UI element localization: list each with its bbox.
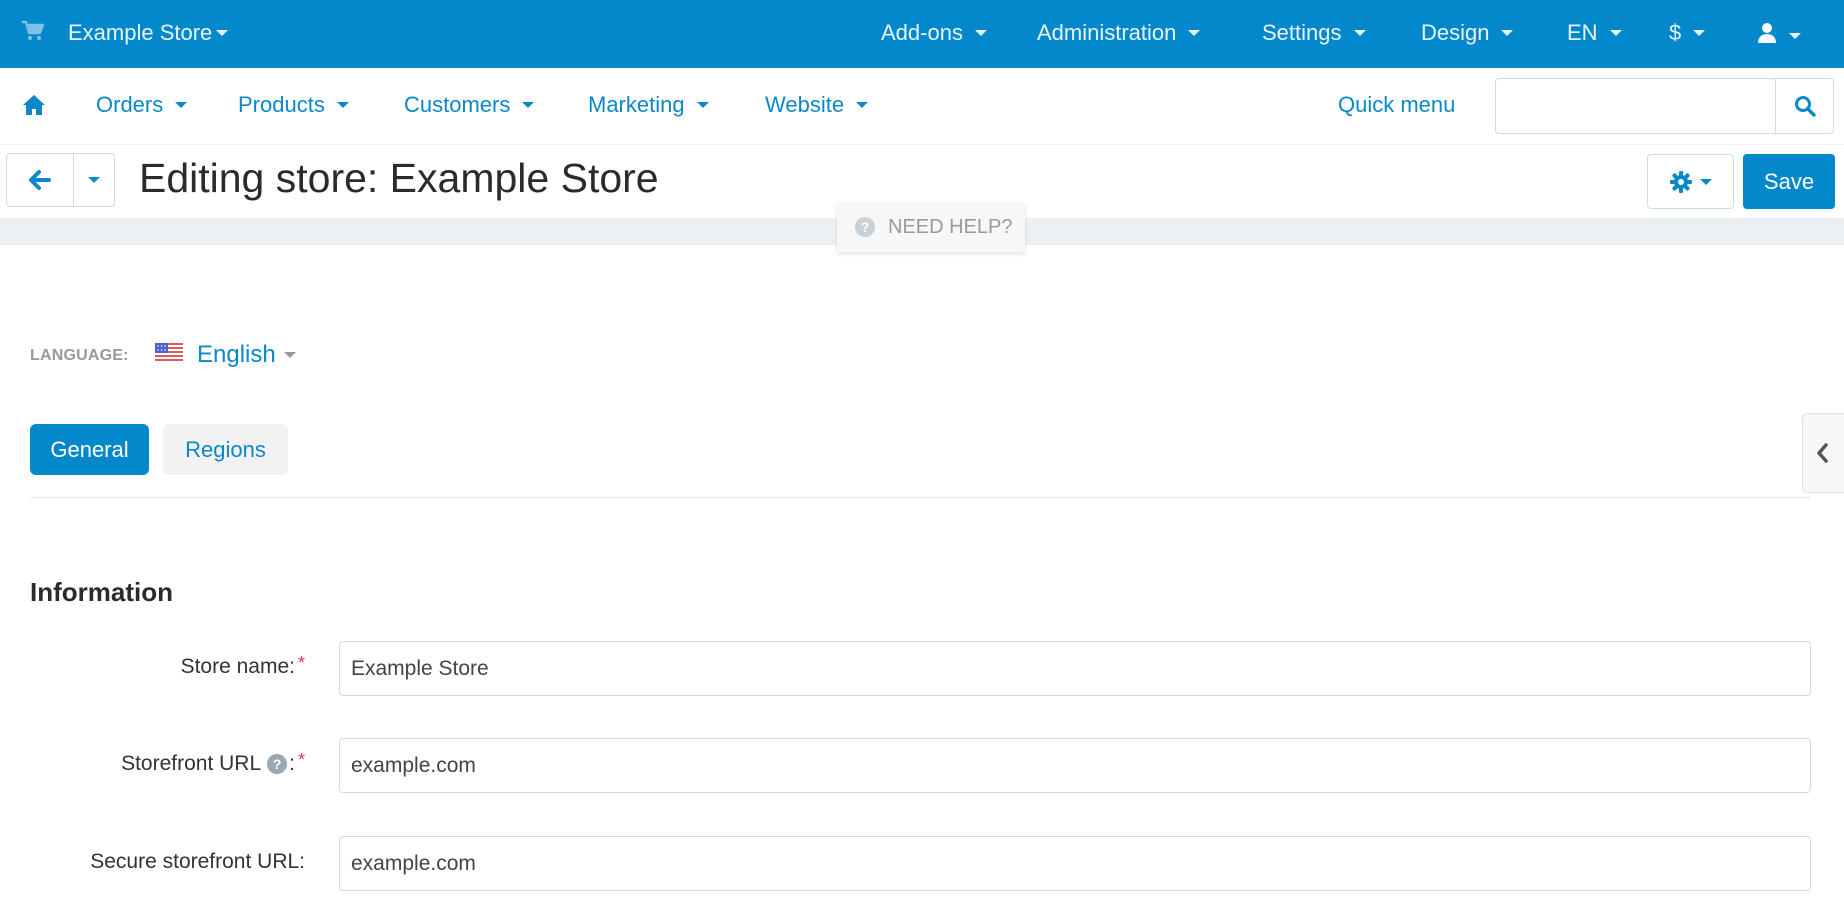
chevron-down-icon (696, 102, 709, 108)
field-label-text: Store name: (180, 655, 295, 678)
us-flag-icon (155, 343, 183, 361)
search-icon (1794, 96, 1816, 117)
back-button-group (6, 153, 115, 207)
tab-regions[interactable]: Regions (163, 424, 288, 475)
nav-marketing[interactable]: Marketing (588, 92, 709, 118)
language-selector[interactable]: English (197, 341, 296, 369)
question-circle-icon[interactable]: ? (267, 754, 288, 774)
menu-design[interactable]: Design (1421, 20, 1514, 46)
menu-user[interactable] (1757, 22, 1801, 50)
nav-label: Website (765, 92, 845, 117)
tab-general[interactable]: General (30, 424, 149, 475)
nav-label: Products (238, 92, 325, 117)
question-circle-icon: ? (855, 217, 875, 237)
save-button[interactable]: Save (1743, 154, 1835, 209)
store-name: Example Store (68, 20, 213, 45)
chevron-down-icon (1501, 30, 1514, 36)
top-bar: Example Store Add-ons Administration Set… (0, 0, 1844, 68)
chevron-down-icon (1699, 178, 1712, 185)
menu-label: EN (1567, 20, 1598, 45)
chevron-down-icon (974, 30, 987, 36)
chevron-down-icon (88, 177, 100, 183)
need-help-button[interactable]: ? NEED HELP? (837, 202, 1025, 252)
chevron-down-icon (1609, 30, 1622, 36)
search-button[interactable] (1775, 79, 1833, 133)
arrow-left-icon (29, 170, 51, 190)
required-marker: * (297, 652, 305, 673)
nav-orders[interactable]: Orders (96, 92, 188, 118)
sidebar-toggle-button[interactable] (1802, 413, 1844, 493)
search-box (1495, 78, 1834, 134)
nav-label: Marketing (588, 92, 685, 117)
back-dropdown-button[interactable] (74, 154, 114, 206)
menu-settings[interactable]: Settings (1262, 20, 1366, 46)
language-value: English (197, 341, 276, 368)
store-name-input[interactable] (339, 641, 1811, 696)
menu-label: $ (1669, 20, 1682, 45)
search-input[interactable] (1496, 79, 1776, 133)
field-label-text: Storefront URL (121, 752, 262, 775)
section-title: Information (30, 577, 173, 607)
settings-dropdown-button[interactable] (1647, 154, 1734, 209)
tabs-divider (30, 497, 1811, 498)
chevron-down-icon (1693, 30, 1706, 36)
menu-addons[interactable]: Add-ons (881, 20, 987, 46)
nav-customers[interactable]: Customers (404, 92, 535, 118)
menu-language[interactable]: EN (1567, 20, 1622, 46)
secure-storefront-url-label: Secure storefront URL: (90, 850, 305, 874)
required-marker: * (297, 749, 305, 770)
quick-menu-link[interactable]: Quick menu (1338, 92, 1455, 118)
chevron-down-icon (336, 102, 349, 108)
gear-icon (1669, 170, 1692, 193)
menu-currency[interactable]: $ (1669, 20, 1706, 46)
chevron-down-icon (283, 352, 296, 358)
menu-label: Design (1421, 20, 1490, 45)
chevron-down-icon (1789, 33, 1801, 39)
storefront-url-input[interactable] (339, 738, 1811, 793)
chevron-down-icon (175, 102, 188, 108)
language-label: LANGUAGE: (30, 347, 129, 364)
chevron-down-icon (1188, 30, 1201, 36)
nav-website[interactable]: Website (765, 92, 869, 118)
cart-icon[interactable] (21, 20, 45, 42)
home-icon[interactable] (22, 94, 46, 116)
secure-storefront-url-input[interactable] (339, 836, 1811, 891)
back-button[interactable] (7, 154, 74, 206)
chevron-left-icon (1817, 443, 1828, 463)
chevron-down-icon (522, 102, 535, 108)
menu-label: Administration (1037, 20, 1177, 45)
label-colon: : (289, 752, 295, 775)
storefront-url-label: Storefront URL?: * (121, 749, 305, 776)
chevron-down-icon (856, 102, 869, 108)
chevron-down-icon (1353, 30, 1366, 36)
store-switcher[interactable]: Example Store (68, 20, 229, 46)
nav-label: Orders (96, 92, 164, 117)
nav-products[interactable]: Products (238, 92, 349, 118)
need-help-label: NEED HELP? (888, 215, 1013, 238)
store-name-label: Store name: * (180, 652, 305, 679)
user-icon (1757, 22, 1777, 50)
menu-administration[interactable]: Administration (1037, 20, 1201, 46)
chevron-down-icon (216, 30, 229, 36)
menu-label: Add-ons (881, 20, 963, 45)
field-label-text: Secure storefront URL: (90, 850, 305, 873)
nav-label: Customers (404, 92, 511, 117)
page-title: Editing store: Example Store (139, 155, 659, 201)
main-nav: Orders Products Customers Marketing Webs… (0, 68, 1844, 145)
menu-label: Settings (1262, 20, 1342, 45)
